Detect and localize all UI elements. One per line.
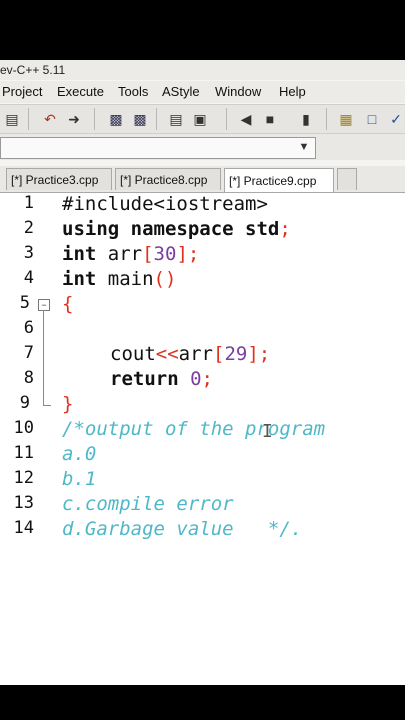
window-title: ev-C++ 5.11 (0, 63, 66, 77)
line-number: 8 (23, 368, 34, 388)
line-number: 4 (23, 268, 34, 288)
indent-icon[interactable]: ▤ (166, 109, 186, 129)
code-text: } (62, 393, 74, 415)
toolbar-separator (156, 108, 157, 130)
editor-tabs: [*] Practice3.cpp [*] Practice8.cpp [*] … (0, 166, 405, 193)
find-icon[interactable]: ▩ (106, 109, 126, 129)
function-combo[interactable] (0, 137, 316, 159)
comment-text: d.Garbage value */. (62, 518, 303, 540)
menu-tools[interactable]: Tools (118, 84, 148, 99)
goto-icon[interactable]: ■ (260, 109, 280, 129)
toolbar-separator (326, 108, 327, 130)
toolbar: ▤ ↶ ➜ ▩ ▩ ▤ ▣ ◀ ■ ▮ ▦ □ ✓ (0, 104, 405, 134)
grid-icon[interactable]: ▦ (336, 109, 356, 129)
code-line: 5 − { (0, 293, 405, 318)
line-number: 9 (19, 393, 30, 413)
code-text: return 0; (110, 368, 213, 390)
code-line: 6 (0, 318, 405, 343)
menu-window[interactable]: Window (215, 84, 261, 99)
menu-help[interactable]: Help (279, 84, 306, 99)
menu-project[interactable]: Project (2, 84, 42, 99)
code-line: 1 #include<iostream> (0, 193, 405, 218)
code-line: 14 d.Garbage value */. (0, 518, 405, 543)
line-number: 12 (13, 468, 34, 488)
devcpp-window: ev-C++ 5.11 Project Execute Tools AStyle… (0, 60, 405, 685)
code-line: 2 using namespace std; (0, 218, 405, 243)
replace-icon[interactable]: ▩ (130, 109, 150, 129)
line-number: 3 (23, 243, 34, 263)
code-line: 13 c.compile error (0, 493, 405, 518)
code-editor[interactable]: 1 #include<iostream> 2 using namespace s… (0, 193, 405, 685)
text-cursor-icon: I (262, 421, 273, 442)
comment-text: c.compile error (62, 493, 234, 515)
line-number: 13 (13, 493, 34, 513)
code-line: 11 a.0 (0, 443, 405, 468)
compile-icon[interactable]: ▮ (296, 109, 316, 129)
line-number: 2 (23, 218, 34, 238)
tab-practice9[interactable]: [*] Practice9.cpp (224, 168, 334, 192)
code-text: using namespace std; (62, 218, 291, 240)
tab-practice3[interactable]: [*] Practice3.cpp (6, 168, 112, 190)
line-number: 10 (13, 418, 34, 438)
top-letterbox (0, 0, 405, 60)
bottom-letterbox (0, 685, 405, 720)
line-number: 14 (13, 518, 34, 538)
comment-text: a.0 (62, 443, 97, 465)
check-icon[interactable]: ✓ (386, 109, 405, 129)
code-line: 12 b.1 (0, 468, 405, 493)
toolbar-separator (94, 108, 95, 130)
comment-text: b.1 (62, 468, 97, 490)
code-line: 9 } (0, 393, 405, 418)
fold-toggle-icon[interactable]: − (38, 299, 50, 311)
code-line: 7 cout<<arr[29]; (0, 343, 405, 368)
line-number: 11 (13, 443, 34, 463)
line-number: 1 (23, 193, 34, 213)
menu-astyle[interactable]: AStyle (162, 84, 200, 99)
chevron-down-icon[interactable]: ▼ (294, 138, 314, 156)
code-text: cout<<arr[29]; (110, 343, 271, 365)
line-number: 7 (23, 343, 34, 363)
menu-execute[interactable]: Execute (57, 84, 104, 99)
code-text: { (62, 293, 74, 315)
chart-icon[interactable]: □ (362, 109, 382, 129)
tab-practice8[interactable]: [*] Practice8.cpp (115, 168, 221, 190)
tab-overflow[interactable] (337, 168, 357, 190)
bookmark-icon[interactable]: ◀ (236, 109, 256, 129)
code-text: #include<iostream> (62, 193, 268, 215)
menu-bar: Project Execute Tools AStyle Window Help (0, 81, 405, 103)
code-line: 4 int main() (0, 268, 405, 293)
toolbar-separator (226, 108, 227, 130)
title-bar: ev-C++ 5.11 (0, 60, 405, 80)
unindent-icon[interactable]: ▣ (190, 109, 210, 129)
toolbar-separator (28, 108, 29, 130)
code-text: int arr[30]; (62, 243, 200, 265)
code-line: 3 int arr[30]; (0, 243, 405, 268)
class-browser-bar: ▼ (0, 134, 405, 160)
code-line: 8 return 0; (0, 368, 405, 393)
code-line: 10 /*output of the program (0, 418, 405, 443)
undo-icon[interactable]: ↶ (40, 109, 60, 129)
redo-icon[interactable]: ➜ (64, 109, 84, 129)
code-text: int main() (62, 268, 177, 290)
fold-end (43, 405, 51, 406)
line-number: 6 (23, 318, 34, 338)
comment-text: /*output of the program (62, 418, 326, 440)
line-number: 5 (19, 293, 30, 313)
print-icon[interactable]: ▤ (2, 109, 22, 129)
